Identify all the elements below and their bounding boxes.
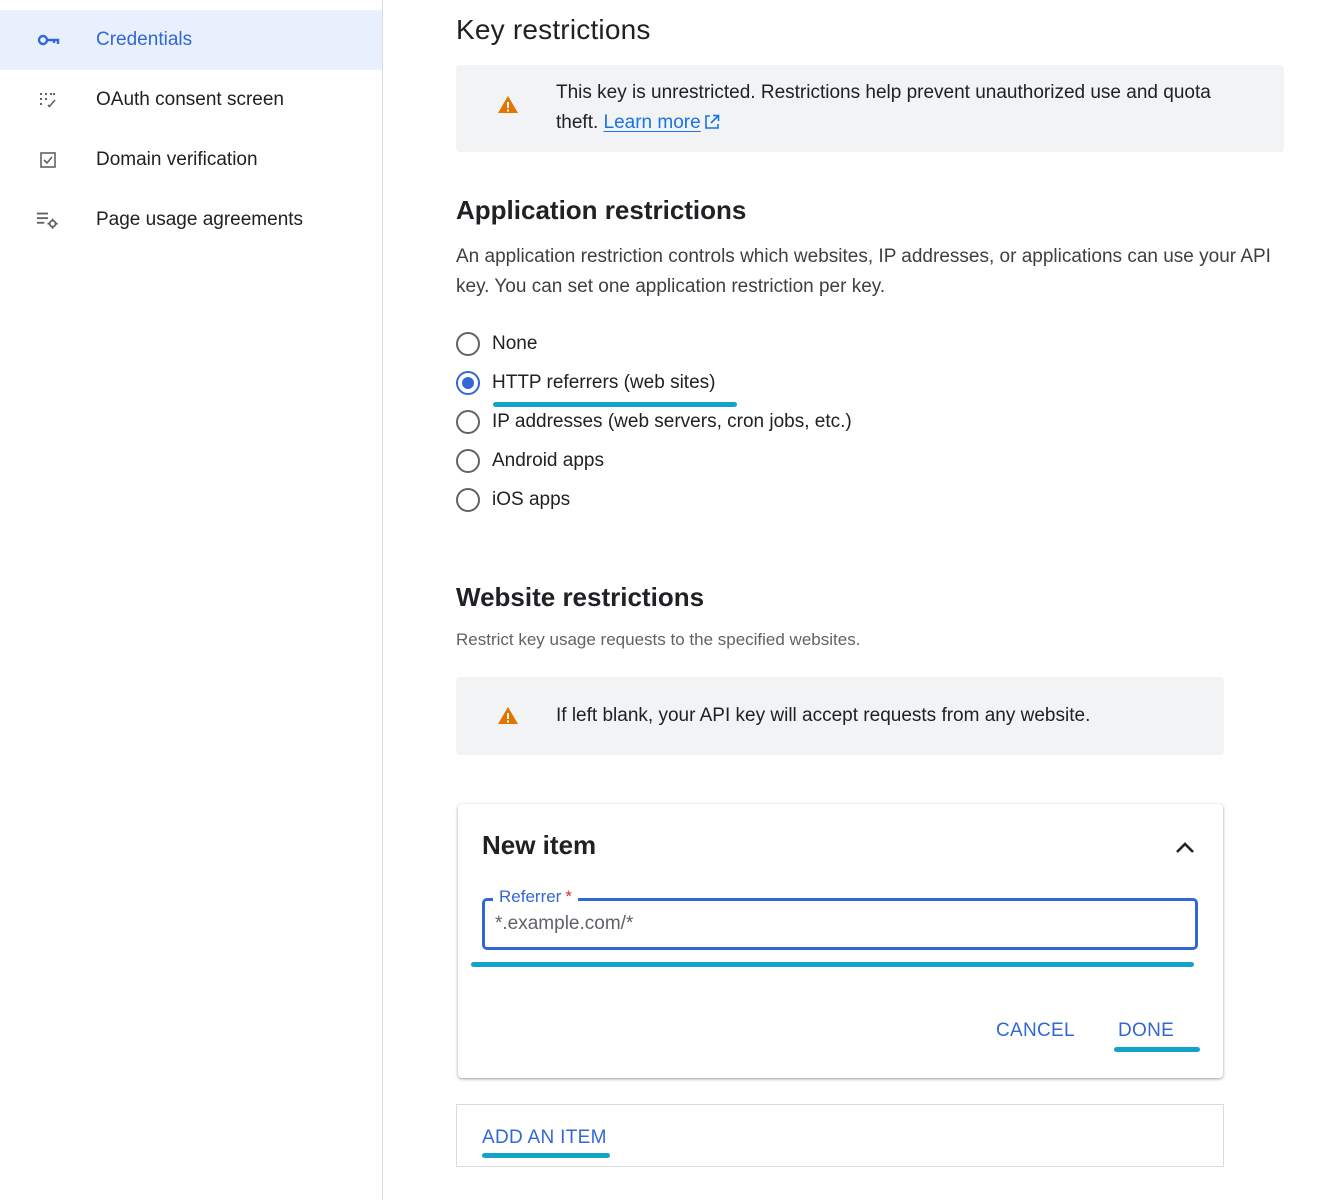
sidebar-item-label: Credentials xyxy=(96,29,193,50)
radio-android-apps[interactable]: Android apps xyxy=(456,446,604,476)
warning-text: If left blank, your API key will accept … xyxy=(556,705,1091,726)
radio-ip-addresses[interactable]: IP addresses (web servers, cron jobs, et… xyxy=(456,407,852,437)
sidebar-item-label: OAuth consent screen xyxy=(96,89,284,110)
add-item-row: ADD AN ITEM xyxy=(456,1104,1224,1167)
required-mark: * xyxy=(565,887,572,906)
list-settings-icon xyxy=(36,208,60,232)
new-item-card: New item Referrer* CANCEL DONE xyxy=(458,804,1223,1078)
referrer-field: Referrer * xyxy=(482,887,1198,950)
blank-website-warning: If left blank, your API key will accept … xyxy=(456,677,1224,755)
radio-button[interactable] xyxy=(456,488,480,512)
new-item-title: New item xyxy=(482,830,597,860)
application-restrictions-description: An application restriction controls whic… xyxy=(456,246,1271,297)
oauth-consent-icon xyxy=(36,88,60,112)
chevron-up-icon[interactable] xyxy=(1171,834,1199,862)
website-restrictions-description: Restrict key usage requests to the speci… xyxy=(456,630,861,649)
warning-icon xyxy=(496,93,520,117)
key-icon xyxy=(36,28,60,52)
radio-label: Android apps xyxy=(492,450,604,471)
unrestricted-key-warning: This key is unrestricted. Restrictions h… xyxy=(456,65,1284,152)
sidebar-item-credentials[interactable]: Credentials xyxy=(0,10,382,70)
radio-button[interactable] xyxy=(456,371,480,395)
radio-none[interactable]: None xyxy=(456,329,537,359)
warning-icon xyxy=(496,704,520,728)
radio-label: HTTP referrers (web sites) xyxy=(492,372,716,393)
add-item-button[interactable]: ADD AN ITEM xyxy=(482,1127,607,1149)
radio-label: None xyxy=(492,333,538,354)
open-in-new-icon xyxy=(704,110,720,140)
application-restrictions-heading: Application restrictions xyxy=(456,195,747,225)
radio-button[interactable] xyxy=(456,449,480,473)
cancel-button[interactable]: CANCEL xyxy=(996,1020,1075,1042)
key-restrictions-heading: Key restrictions xyxy=(456,14,651,45)
sidebar-item-label: Domain verification xyxy=(96,149,258,170)
website-restrictions-heading: Website restrictions xyxy=(456,582,705,612)
learn-more-link[interactable]: Learn more xyxy=(604,112,720,133)
highlight-underline xyxy=(471,962,1194,967)
highlight-underline xyxy=(1114,1047,1200,1052)
highlight-underline xyxy=(482,1153,610,1158)
sidebar-item-page-usage-agreements[interactable]: Page usage agreements xyxy=(0,190,382,250)
radio-ios-apps[interactable]: iOS apps xyxy=(456,485,570,515)
radio-button[interactable] xyxy=(456,332,480,356)
checkbox-icon xyxy=(36,148,60,172)
sidebar-item-label: Page usage agreements xyxy=(96,209,304,230)
sidebar: Credentials OAuth consent screen Domain … xyxy=(0,0,383,1200)
done-button[interactable]: DONE xyxy=(1118,1020,1174,1042)
sidebar-item-oauth-consent[interactable]: OAuth consent screen xyxy=(0,70,382,130)
radio-label: iOS apps xyxy=(492,489,571,510)
referrer-input[interactable] xyxy=(495,909,1185,939)
radio-http-referrers[interactable]: HTTP referrers (web sites) xyxy=(456,368,715,398)
referrer-label: Referrer xyxy=(499,887,562,906)
radio-label: IP addresses (web servers, cron jobs, et… xyxy=(492,411,852,432)
sidebar-item-domain-verification[interactable]: Domain verification xyxy=(0,130,382,190)
radio-button[interactable] xyxy=(456,410,480,434)
